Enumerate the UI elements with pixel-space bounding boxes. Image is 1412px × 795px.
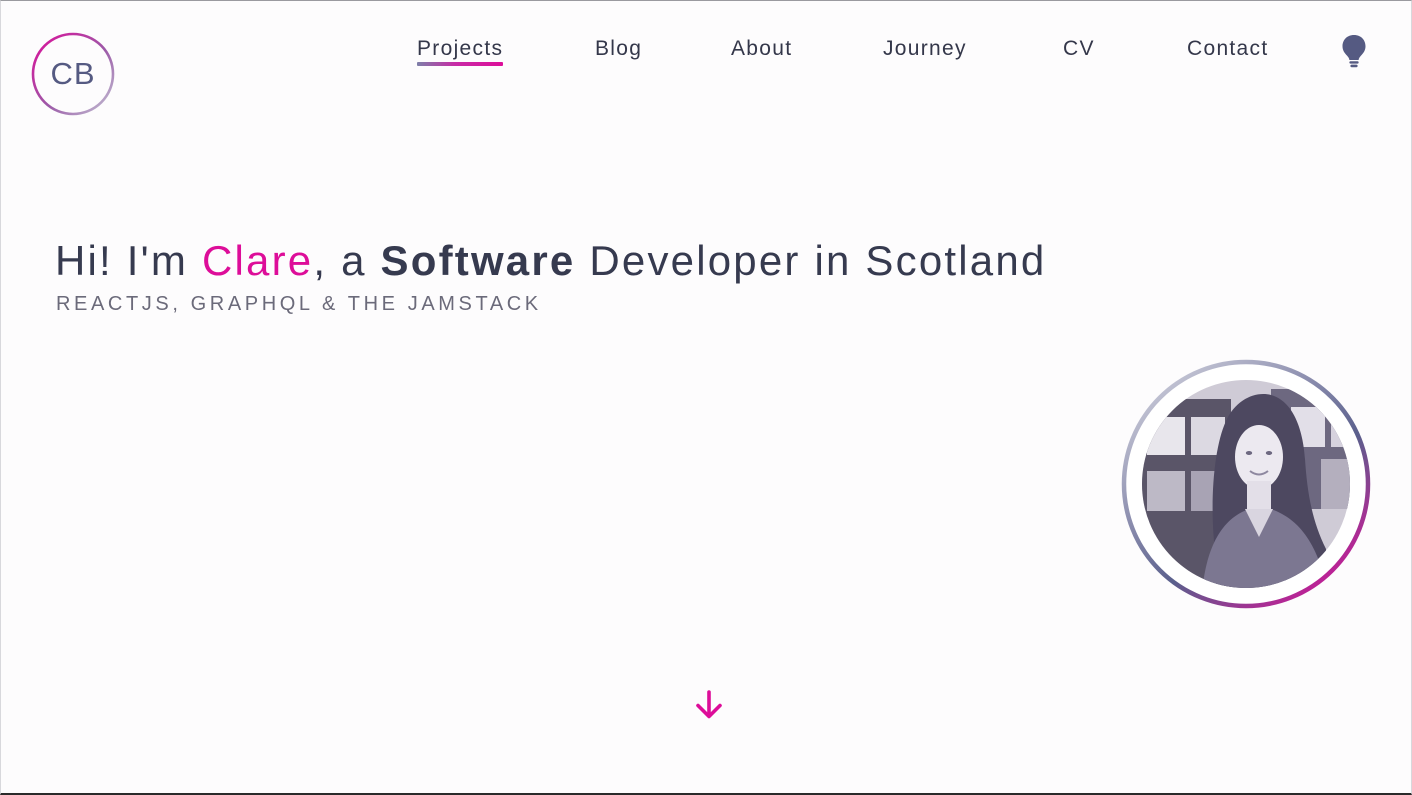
hero-heading: Hi! I'm Clare, a Software Developer in S…	[55, 237, 1046, 285]
nav-item-about[interactable]: About	[731, 37, 792, 61]
nav-item-blog[interactable]: Blog	[595, 37, 642, 61]
nav-item-contact[interactable]: Contact	[1187, 37, 1268, 61]
nav-item-journey[interactable]: Journey	[883, 37, 967, 61]
lightbulb-icon[interactable]	[1341, 34, 1367, 68]
page: CB Projects Blog About Journey CV Contac…	[0, 0, 1412, 795]
arrow-down-icon[interactable]	[694, 689, 724, 721]
hero-subtitle: REACTJS, GRAPHQL & THE JAMSTACK	[56, 293, 542, 315]
nav-item-cv[interactable]: CV	[1063, 37, 1095, 61]
hero-greeting: Hi! I'm	[55, 237, 202, 284]
profile-avatar	[1121, 359, 1371, 609]
nav-item-projects[interactable]: Projects	[417, 37, 504, 66]
hero-role-rest: Developer in Scotland	[575, 237, 1047, 284]
hero-name: Clare	[201, 237, 314, 284]
hero-middle: , a	[313, 237, 381, 284]
hero-role-strong: Software	[380, 237, 576, 284]
main-nav: Projects Blog About Journey CV Contact	[1, 37, 1411, 67]
profile-photo	[1121, 359, 1371, 609]
